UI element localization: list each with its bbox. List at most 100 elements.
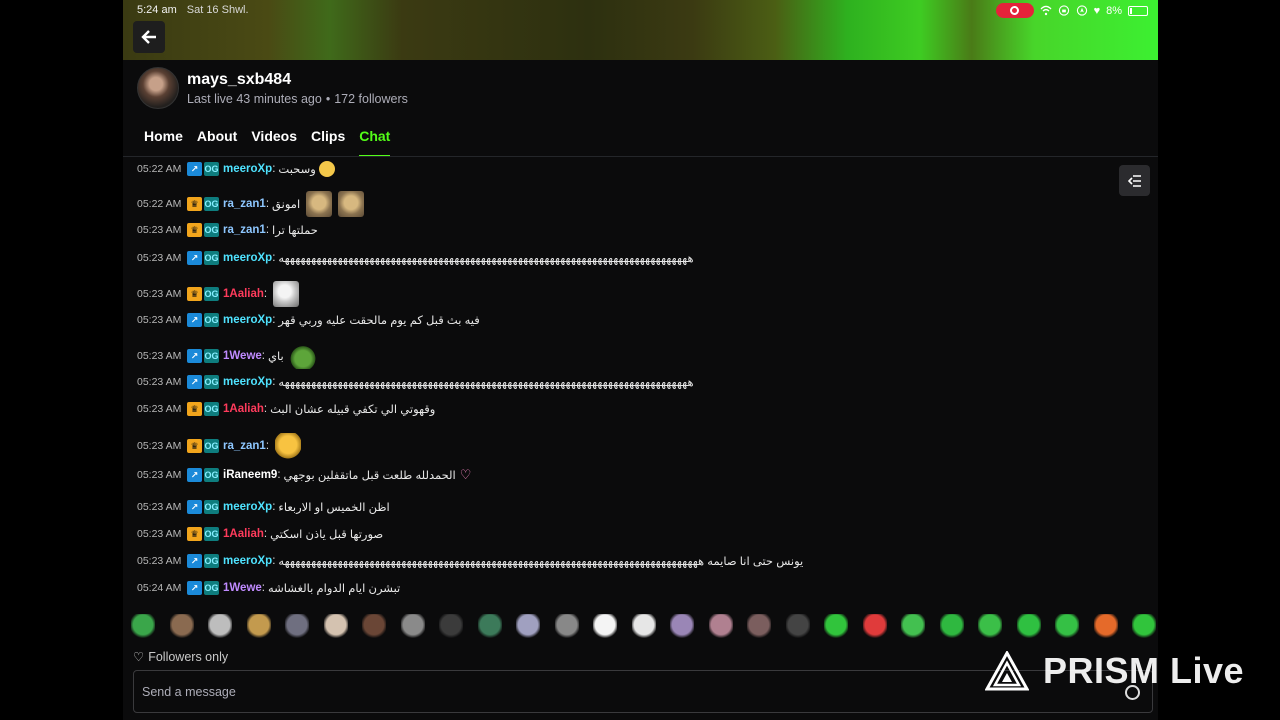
arrow-badge-icon[interactable]: ↗	[187, 375, 202, 389]
message-username[interactable]: iRaneem9	[223, 469, 277, 481]
emote-picker-item-icon[interactable]	[901, 614, 925, 638]
emote-picker-item-icon[interactable]	[1016, 614, 1041, 638]
message-username[interactable]: meeroXp	[223, 252, 272, 264]
emote-picker-item-icon[interactable]	[554, 614, 579, 638]
tab-clips[interactable]: Clips	[311, 128, 345, 157]
tab-chat[interactable]: Chat	[359, 128, 391, 157]
arrow-badge-icon[interactable]: ↗	[187, 500, 202, 514]
arrow-badge-icon[interactable]: ↗	[187, 468, 202, 482]
emote-picker-item-icon[interactable]	[400, 614, 425, 638]
og-badge-icon[interactable]: OG	[204, 439, 219, 453]
message-username[interactable]: 1Aaliah	[223, 288, 264, 300]
message-text: الحمدلله طلعت قبل ماتقفلين بوجهي	[283, 470, 456, 482]
frog-emote-icon[interactable]	[289, 343, 316, 369]
back-button[interactable]	[133, 21, 165, 53]
emote-picker-item-icon[interactable]	[824, 614, 848, 638]
collapse-chat-button[interactable]	[1119, 165, 1150, 196]
og-badge-icon[interactable]: OG	[204, 349, 219, 363]
crown-badge-icon[interactable]: ♛	[187, 527, 202, 541]
arrow-badge-icon[interactable]: ↗	[187, 554, 202, 568]
location-icon	[1076, 5, 1087, 16]
og-badge-icon[interactable]: OG	[204, 287, 219, 301]
arrow-badge-icon[interactable]: ↗	[187, 251, 202, 265]
duck-emote-icon[interactable]	[273, 281, 300, 307]
message-username[interactable]: meeroXp	[223, 314, 272, 326]
message-username[interactable]: 1Wewe	[223, 582, 262, 594]
message-time: 05:23 AM	[137, 350, 182, 362]
message-username[interactable]: 1Aaliah	[223, 528, 264, 540]
crown-badge-icon[interactable]: ♛	[187, 223, 202, 237]
emote-picker-item-icon[interactable]	[439, 614, 463, 638]
crown-badge-icon[interactable]: ♛	[187, 439, 202, 453]
chat-list[interactable]: 05:22 AM ↗ OG meeroXp: وسحبت 05:22 AM ♛ OG ra_za…	[137, 157, 1127, 597]
emote-picker-item-icon[interactable]	[785, 614, 810, 638]
message-username[interactable]: meeroXp	[223, 501, 272, 513]
crown-badge-icon[interactable]: ♛	[187, 287, 202, 301]
emote-picker-item-icon[interactable]	[939, 614, 964, 638]
avatar[interactable]	[137, 67, 179, 109]
message-username[interactable]: meeroXp	[223, 163, 272, 175]
emote-picker-item-icon[interactable]	[708, 614, 733, 638]
og-badge-icon[interactable]: OG	[204, 223, 219, 237]
message-username[interactable]: 1Wewe	[223, 350, 262, 362]
arrow-badge-icon[interactable]: ↗	[187, 162, 202, 176]
crown-badge-icon[interactable]: ♛	[187, 197, 202, 211]
og-badge-icon[interactable]: OG	[204, 375, 219, 389]
bear-emote-icon[interactable]	[338, 191, 365, 217]
battery-icon	[1128, 5, 1148, 16]
arrow-badge-icon[interactable]: ↗	[187, 581, 202, 595]
emote-picker-item-icon[interactable]	[670, 614, 694, 638]
og-badge-icon[interactable]: OG	[204, 581, 219, 595]
tab-videos[interactable]: Videos	[251, 128, 297, 157]
emote-picker-item-icon[interactable]	[862, 614, 887, 638]
emote-picker-item-icon[interactable]	[978, 614, 1002, 638]
channel-username[interactable]: mays_sxb484	[187, 71, 408, 89]
og-badge-icon[interactable]: OG	[204, 402, 219, 416]
message-username[interactable]: ra_zan1	[223, 224, 266, 236]
message-username[interactable]: meeroXp	[223, 555, 272, 567]
status-bar: 5:24 am Sat 16 Shwl.	[137, 4, 249, 16]
arrow-badge-icon[interactable]: ↗	[187, 349, 202, 363]
tab-home[interactable]: Home	[144, 128, 183, 157]
emote-picker-item-icon[interactable]	[747, 614, 771, 638]
hug-emote-icon[interactable]	[275, 433, 302, 459]
emote-picker-item-icon[interactable]	[323, 614, 348, 638]
emote-picker-item-icon[interactable]	[208, 614, 232, 638]
emote-picker-item-icon[interactable]	[131, 614, 155, 638]
emote-picker-item-icon[interactable]	[169, 614, 194, 638]
emote-picker-item-icon[interactable]	[477, 614, 502, 638]
emote-picker-item-icon[interactable]	[516, 614, 540, 638]
smile-emote-icon[interactable]	[318, 161, 335, 177]
message-colon: :	[265, 224, 270, 236]
og-badge-icon[interactable]: OG	[204, 162, 219, 176]
og-badge-icon[interactable]: OG	[204, 468, 219, 482]
emote-picker-item-icon[interactable]	[1093, 614, 1118, 638]
emote-picker-item-icon[interactable]	[246, 614, 271, 638]
followers-only-notice: ♡ Followers only	[133, 649, 228, 665]
channel-header: mays_sxb484 Last live 43 minutes ago • 172…	[137, 67, 408, 109]
og-badge-icon[interactable]: OG	[204, 197, 219, 211]
tab-about[interactable]: About	[197, 128, 237, 157]
og-badge-icon[interactable]: OG	[204, 251, 219, 265]
og-badge-icon[interactable]: OG	[204, 313, 219, 327]
heart-emote-icon[interactable]: ♡	[460, 467, 472, 483]
message-text: امونق	[272, 199, 301, 211]
emote-picker-item-icon[interactable]	[631, 614, 656, 638]
bear-emote-icon[interactable]	[306, 191, 333, 217]
emote-picker-item-icon[interactable]	[593, 614, 617, 638]
og-badge-icon[interactable]: OG	[204, 527, 219, 541]
message-username[interactable]: 1Aaliah	[223, 403, 264, 415]
emote-picker-item-icon[interactable]	[362, 614, 386, 638]
message-colon: :	[261, 350, 265, 362]
emote-picker-item-icon[interactable]	[1132, 614, 1156, 638]
emote-picker-item-icon[interactable]	[285, 614, 309, 638]
message-username[interactable]: ra_zan1	[223, 440, 266, 452]
emote-picker-item-icon[interactable]	[1055, 614, 1079, 638]
og-badge-icon[interactable]: OG	[204, 554, 219, 568]
message-time: 05:23 AM	[137, 224, 182, 236]
message-username[interactable]: meeroXp	[223, 376, 272, 388]
message-username[interactable]: ra_zan1	[223, 198, 266, 210]
arrow-badge-icon[interactable]: ↗	[187, 313, 202, 327]
crown-badge-icon[interactable]: ♛	[187, 402, 202, 416]
og-badge-icon[interactable]: OG	[204, 500, 219, 514]
